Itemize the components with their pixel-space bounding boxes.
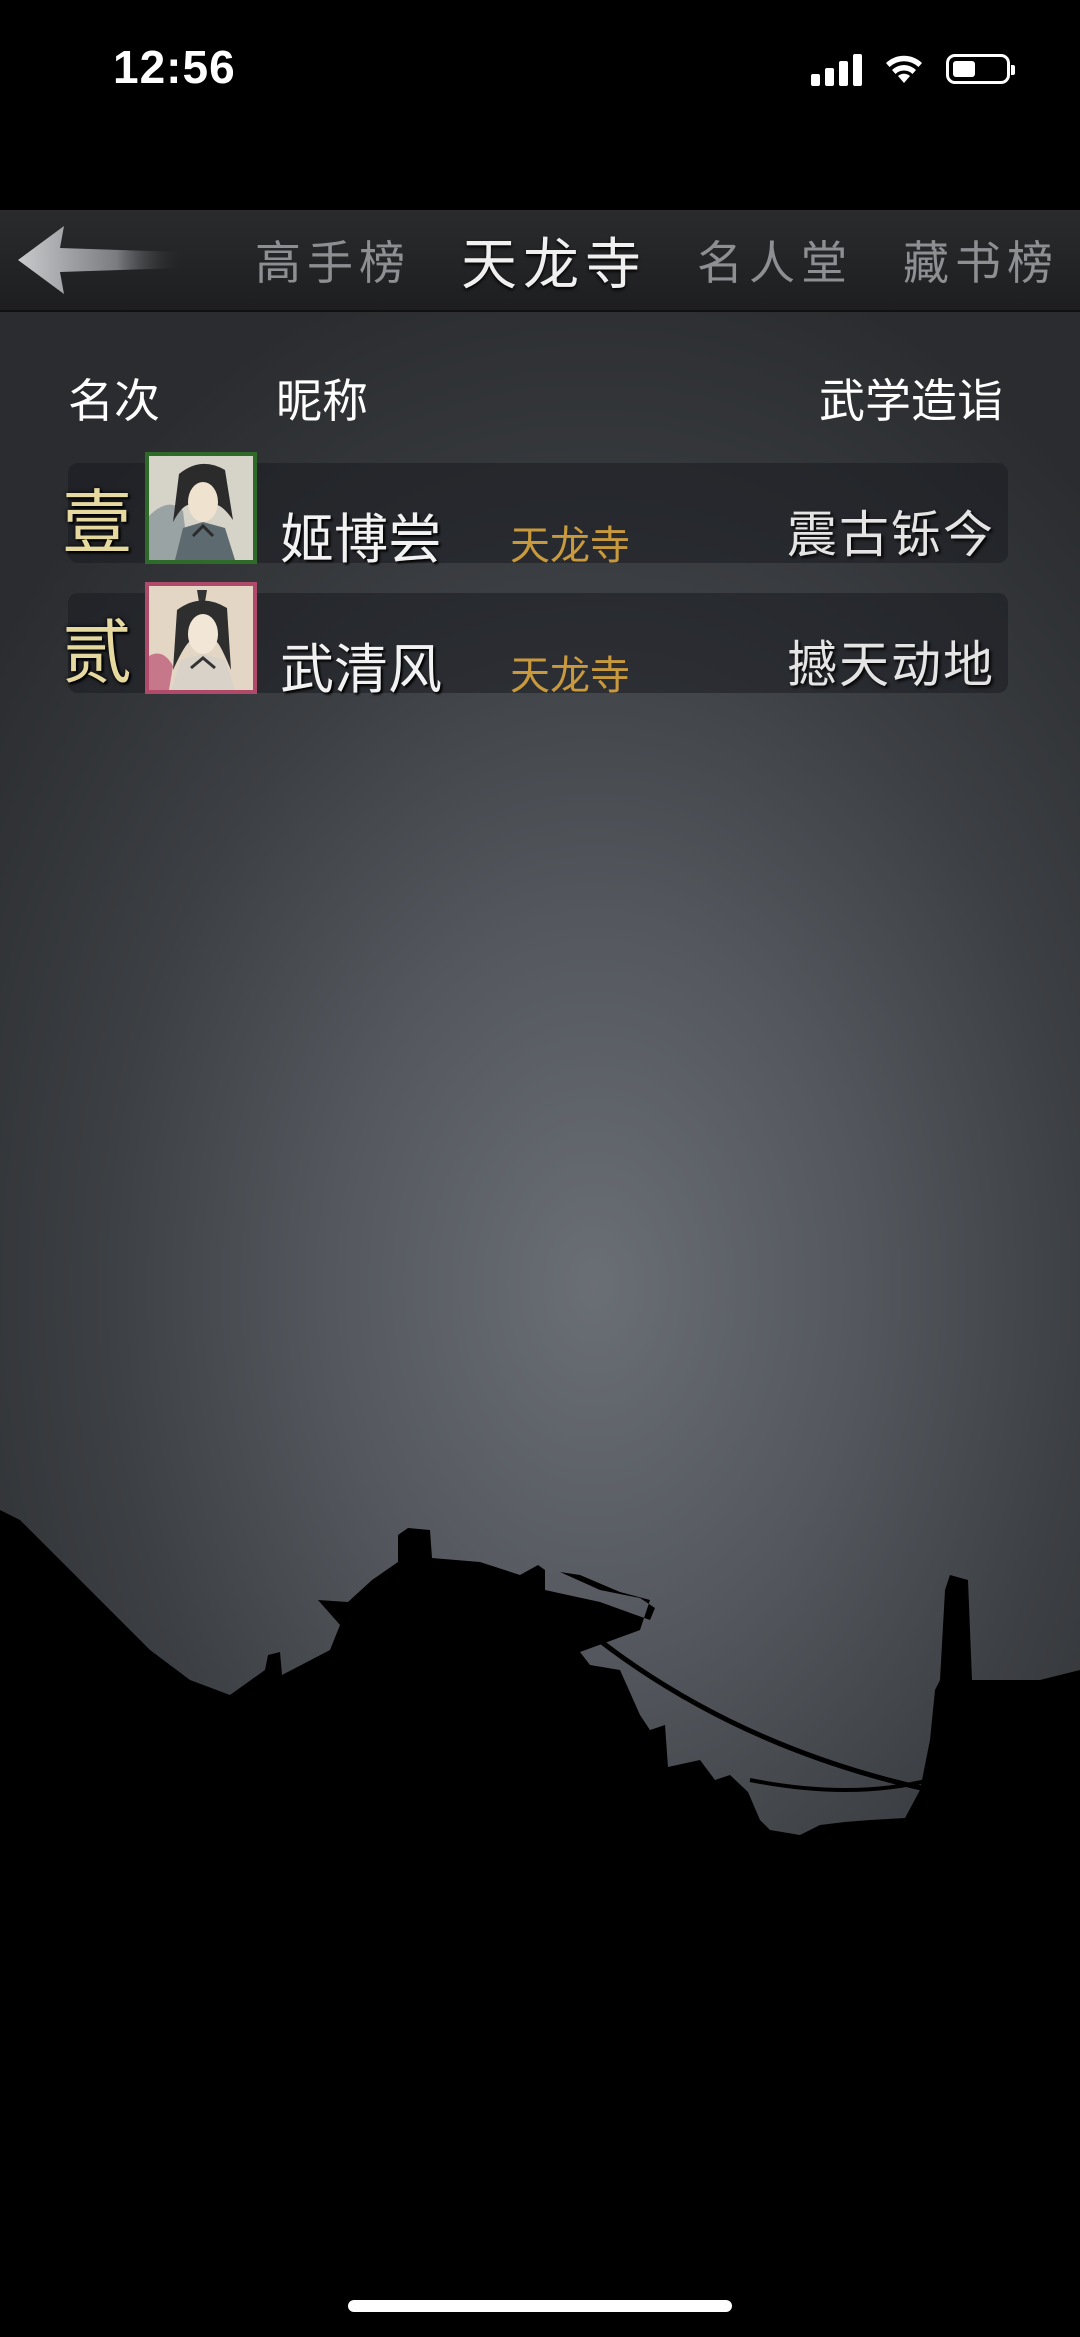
avatar[interactable] bbox=[145, 452, 257, 564]
temple-silhouette-background bbox=[0, 1510, 1080, 2337]
player-skill-level: 震古铄今 bbox=[787, 506, 995, 564]
rank-number: 壹 bbox=[62, 482, 132, 564]
back-arrow-icon bbox=[18, 226, 182, 294]
wifi-icon bbox=[886, 55, 922, 83]
top-nav-bar: 高手榜 天龙寺 名人堂 藏书榜 bbox=[0, 210, 1080, 312]
battery-icon bbox=[946, 54, 1015, 84]
leaderboard-tabs: 高手榜 天龙寺 名人堂 藏书榜 bbox=[255, 210, 1059, 310]
cellular-signal-icon bbox=[811, 52, 862, 86]
tab-masters[interactable]: 高手榜 bbox=[255, 227, 411, 293]
tab-tianlong-temple[interactable]: 天龙寺 bbox=[461, 220, 647, 301]
character-portrait-icon bbox=[149, 586, 253, 690]
tab-book-collection[interactable]: 藏书榜 bbox=[903, 227, 1059, 293]
avatar[interactable] bbox=[145, 582, 257, 694]
header-skill: 武学造诣 bbox=[819, 374, 1003, 428]
player-sect: 天龙寺 bbox=[510, 523, 630, 569]
header-nickname: 昵称 bbox=[276, 374, 368, 428]
status-icons bbox=[811, 52, 1015, 86]
table-header: 名次 昵称 武学造诣 bbox=[0, 365, 1080, 435]
app-screen: 12:56 高手榜 天龙寺 名人堂 藏书榜 名次 昵称 武学造诣 壹 姬博尝 天… bbox=[0, 0, 1080, 2337]
player-name: 武清风 bbox=[280, 638, 442, 701]
rank-number: 贰 bbox=[62, 612, 132, 694]
player-skill-level: 撼天动地 bbox=[787, 636, 995, 694]
player-sect: 天龙寺 bbox=[510, 653, 630, 699]
status-bar: 12:56 bbox=[0, 0, 1080, 210]
status-time: 12:56 bbox=[113, 41, 236, 93]
header-rank: 名次 bbox=[68, 374, 160, 428]
player-name: 姬博尝 bbox=[280, 508, 442, 571]
back-button[interactable] bbox=[14, 222, 184, 298]
home-indicator[interactable] bbox=[348, 2300, 732, 2312]
character-portrait-icon bbox=[149, 456, 253, 560]
tab-hall-of-fame[interactable]: 名人堂 bbox=[697, 227, 853, 293]
